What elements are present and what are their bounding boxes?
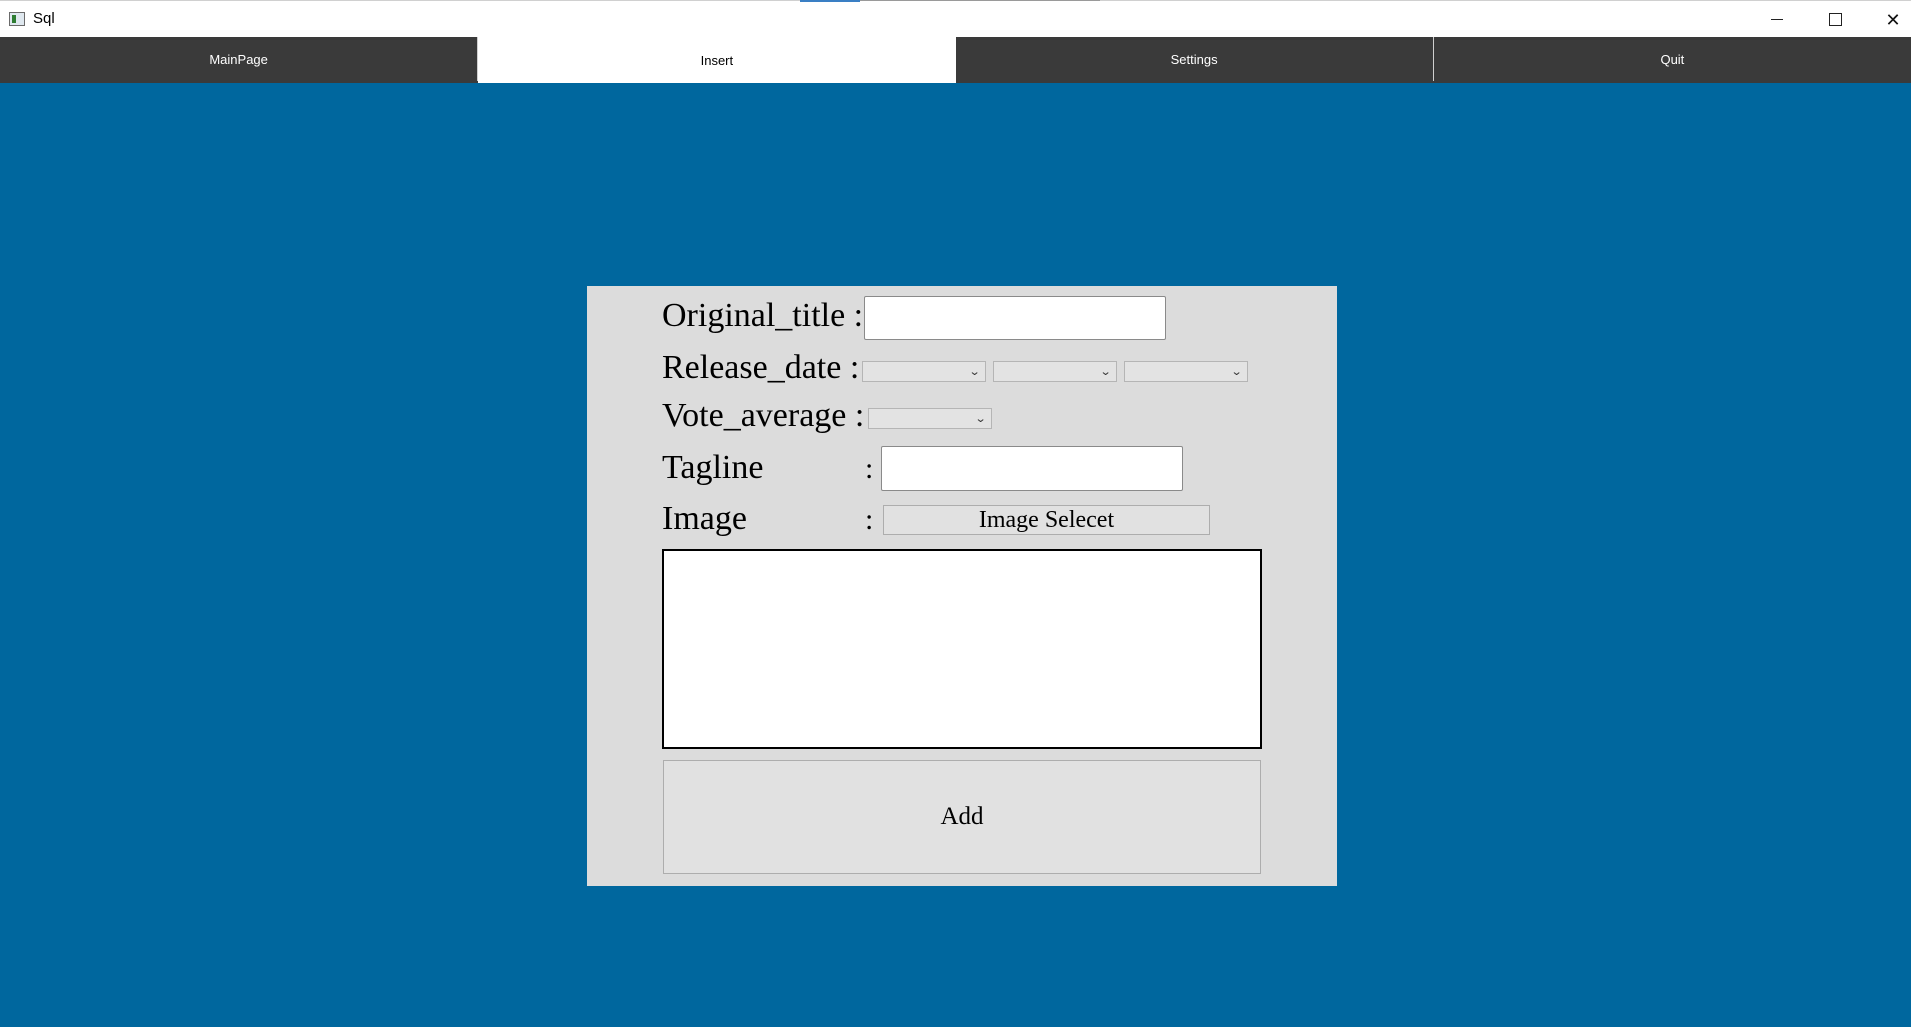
vote-average-select[interactable]: ⌄	[868, 408, 992, 429]
titlebar-accent	[800, 0, 860, 2]
minimize-button[interactable]	[1748, 1, 1806, 38]
tab-mainpage[interactable]: MainPage	[0, 37, 479, 81]
close-button[interactable]: ✕	[1864, 1, 1911, 38]
vote-average-label: Vote_average :	[662, 397, 865, 434]
tab-settings[interactable]: Settings	[956, 37, 1434, 81]
release-date-day-select[interactable]: ⌄	[862, 361, 986, 382]
minimize-icon	[1771, 19, 1783, 20]
release-date-month-select[interactable]: ⌄	[993, 361, 1117, 382]
maximize-icon	[1828, 13, 1842, 26]
tagline-colon: :	[865, 452, 874, 485]
image-preview	[662, 549, 1262, 749]
chevron-down-icon: ⌄	[1099, 365, 1112, 378]
original-title-label: Original_title :	[662, 297, 864, 334]
image-label: Image	[662, 500, 747, 537]
add-button[interactable]: Add	[663, 760, 1261, 874]
title-bar: Sql ✕	[0, 0, 1911, 37]
tab-insert[interactable]: Insert	[478, 37, 956, 83]
tagline-input[interactable]	[881, 446, 1183, 491]
window-title: Sql	[33, 10, 55, 27]
tab-quit[interactable]: Quit	[1434, 37, 1911, 81]
titlebar-divider	[860, 0, 1100, 1]
tagline-label: Tagline	[662, 449, 764, 486]
chevron-down-icon: ⌄	[968, 365, 981, 378]
release-date-label: Release_date :	[662, 349, 860, 386]
insert-form-panel: Original_title : Release_date : ⌄ ⌄ ⌄ Vo…	[587, 286, 1337, 886]
image-colon: :	[865, 503, 874, 536]
app-icon	[9, 12, 25, 26]
tab-bar: MainPage Insert Settings Quit	[0, 37, 1911, 83]
release-date-year-select[interactable]: ⌄	[1124, 361, 1248, 382]
image-select-button[interactable]: Image Selecet	[883, 505, 1210, 535]
chevron-down-icon: ⌄	[1230, 365, 1243, 378]
original-title-input[interactable]	[864, 296, 1166, 340]
maximize-button[interactable]	[1806, 1, 1864, 38]
close-icon: ✕	[1885, 9, 1901, 30]
chevron-down-icon: ⌄	[974, 412, 987, 425]
